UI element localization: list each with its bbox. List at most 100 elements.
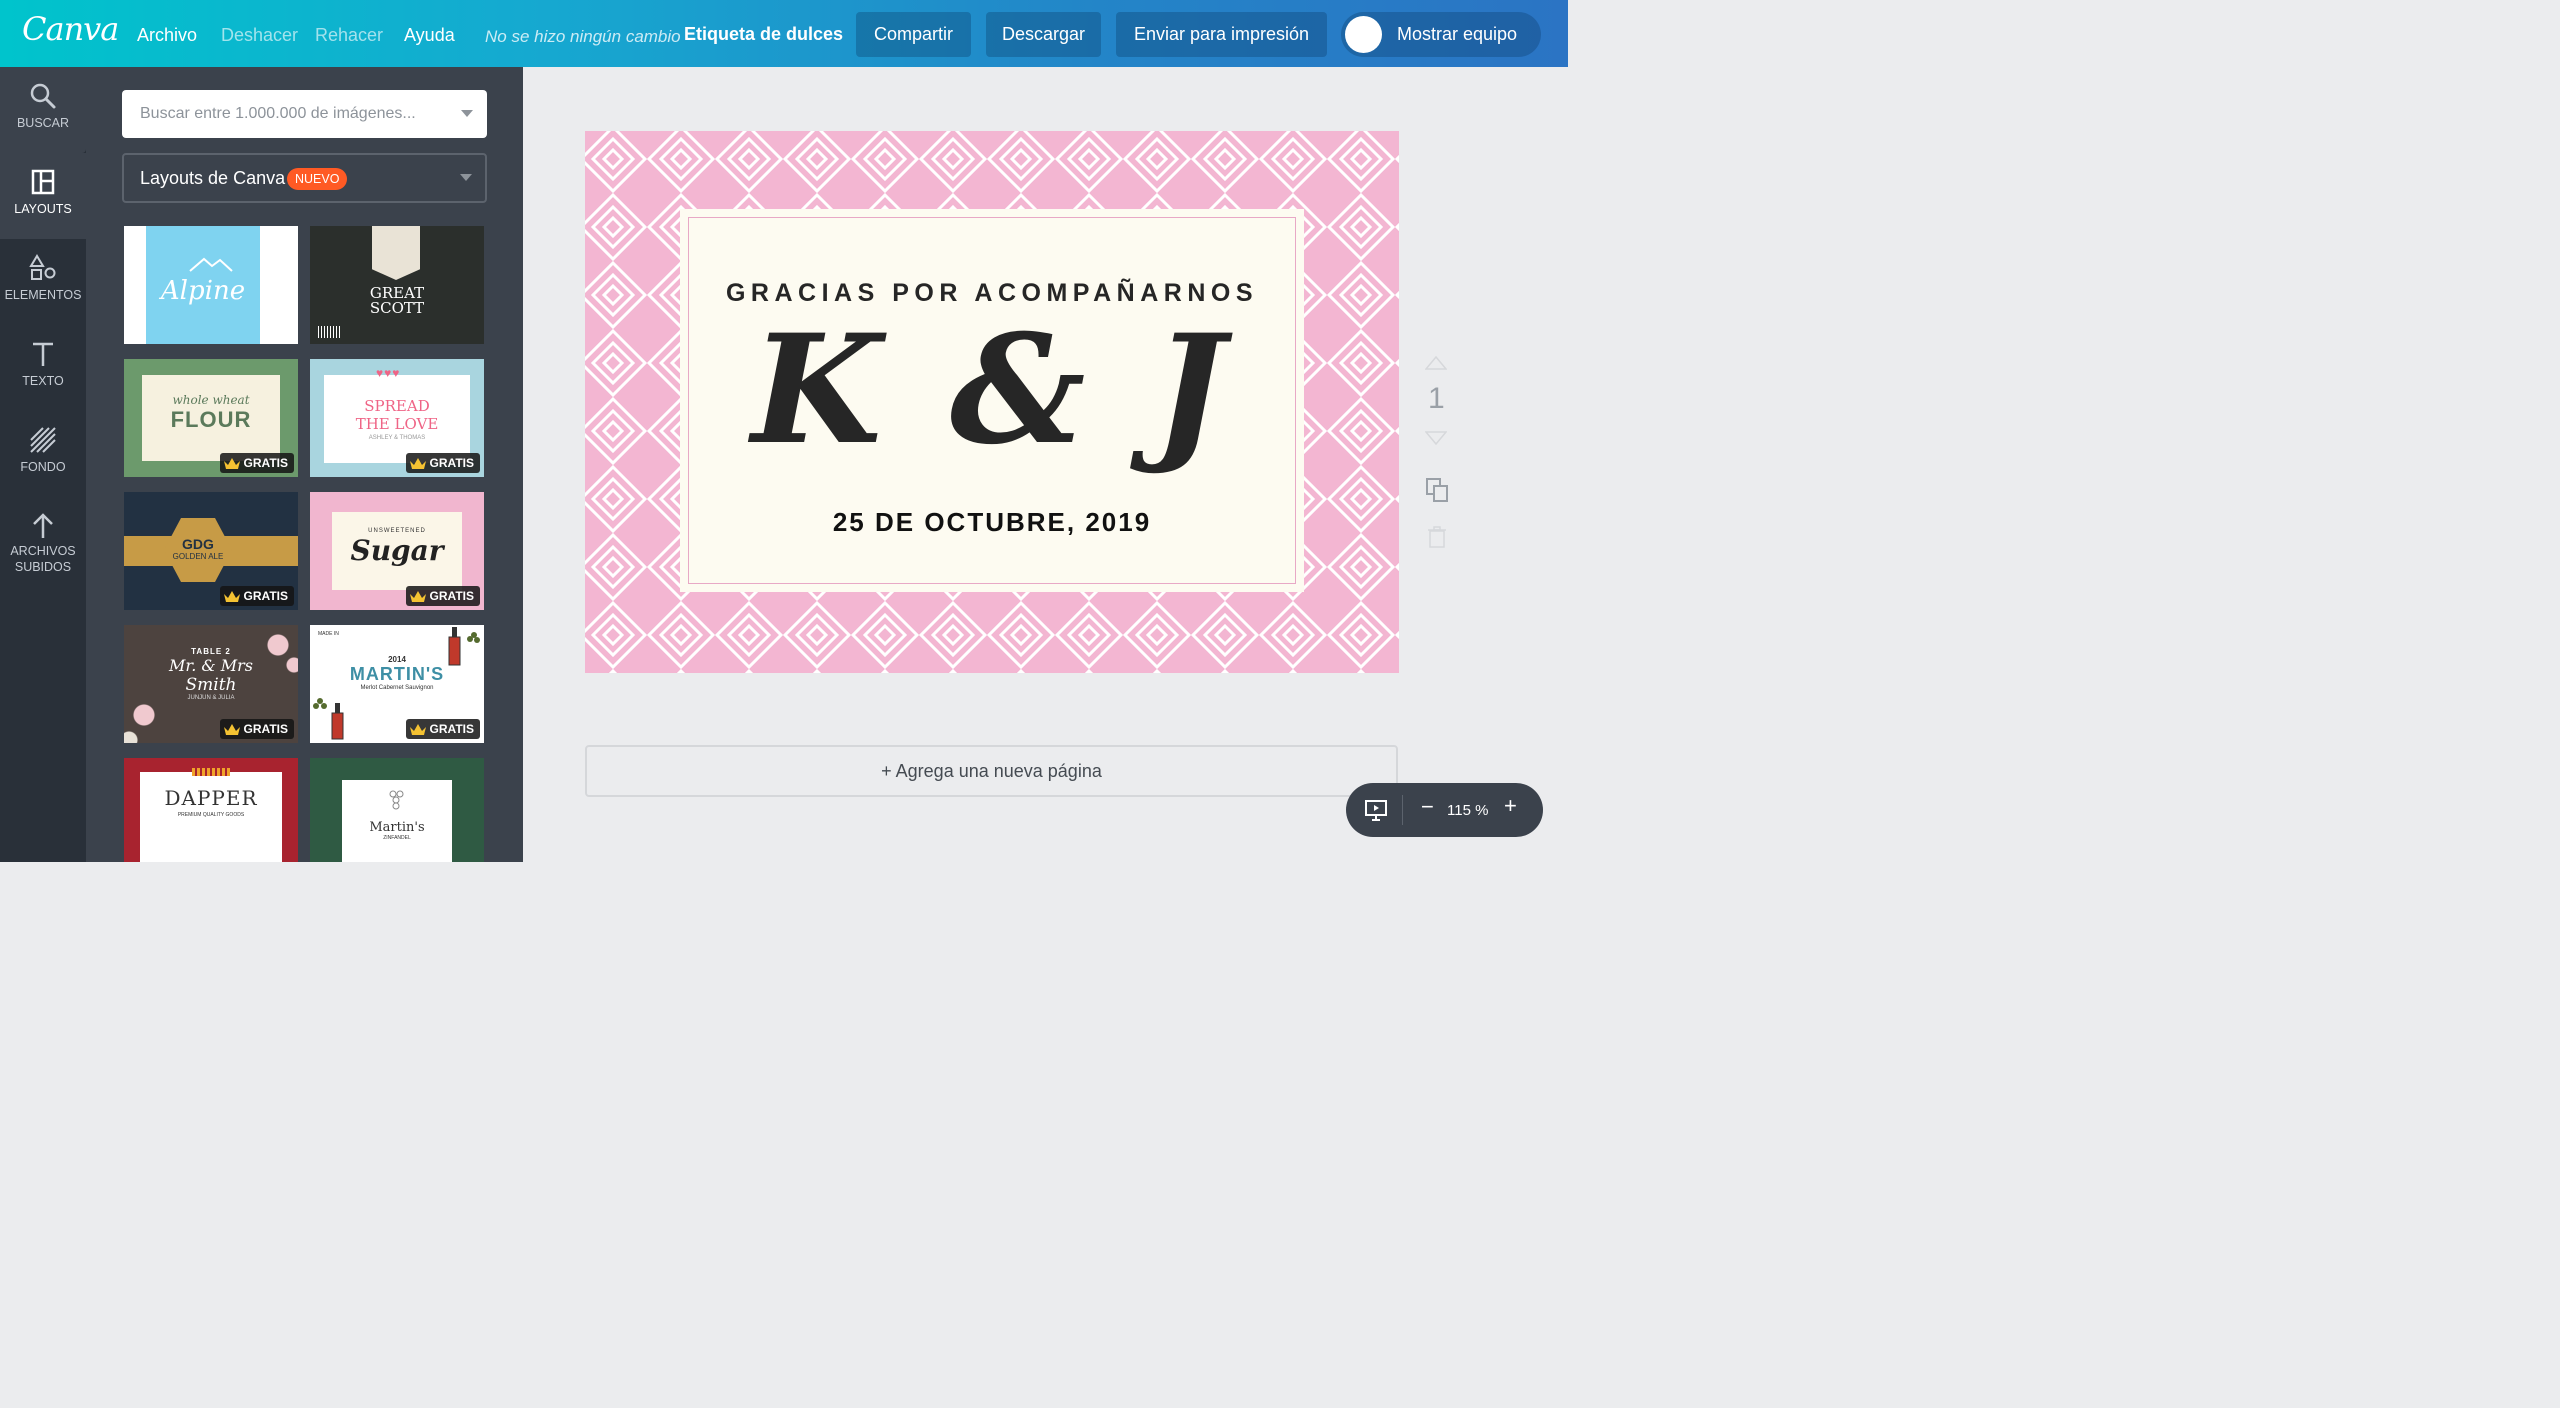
zoom-level[interactable]: 115 % — [1447, 802, 1488, 819]
menu-deshacer[interactable]: Deshacer — [221, 25, 298, 46]
chevron-down-icon[interactable] — [461, 110, 473, 117]
crown-icon — [409, 590, 426, 602]
template-great-scott-title: GREAT SCOTT — [369, 284, 425, 317]
template-dapper-stripes — [192, 768, 230, 776]
template-dapper[interactable]: DAPPER PREMIUM QUALITY GOODS — [124, 758, 298, 862]
template-smith-line1: TABLE 2 — [191, 647, 231, 656]
document-title[interactable]: Etiqueta de dulces — [684, 24, 843, 45]
nav-background-label: FONDO — [20, 460, 66, 474]
free-badge: GRATIS — [405, 719, 480, 739]
template-great-scott-label — [372, 226, 420, 280]
layouts-panel: Layouts de Canva NUEVO Alpine GREAT SCOT… — [86, 67, 523, 862]
chevron-down-icon — [460, 174, 472, 181]
image-search-input[interactable] — [122, 90, 452, 138]
nav-text[interactable]: TEXTO — [0, 325, 86, 411]
label-monogram[interactable]: K & J — [680, 305, 1304, 475]
template-flour[interactable]: whole wheat FLOUR GRATIS — [124, 359, 298, 477]
nav-background[interactable]: FONDO — [0, 411, 86, 497]
nav-layouts[interactable]: LAYOUTS — [0, 153, 86, 239]
template-alpine-title: Alpine — [160, 276, 246, 306]
nav-elements[interactable]: ELEMENTOS — [0, 239, 86, 325]
template-alpine[interactable]: Alpine — [124, 226, 298, 344]
download-button[interactable]: Descargar — [986, 12, 1101, 57]
free-badge: GRATIS — [219, 453, 294, 473]
menu-ayuda[interactable]: Ayuda — [404, 25, 455, 46]
template-martins-line3: MARTIN'S — [349, 664, 445, 684]
flowers-icon — [124, 695, 174, 743]
crown-icon — [409, 457, 426, 469]
share-button[interactable]: Compartir — [856, 12, 971, 57]
template-gdg[interactable]: GDG GOLDEN ALE GRATIS — [124, 492, 298, 610]
move-page-down-icon[interactable] — [1425, 431, 1447, 445]
free-badge-label: GRATIS — [429, 722, 474, 736]
page-number: 1 — [1428, 382, 1445, 415]
template-martins2-line2: ZINFANDEL — [383, 835, 411, 841]
template-spread-the-love[interactable]: ♥♥♥ SPREAD THE LOVE ASHLEY & THOMAS GRAT… — [310, 359, 484, 477]
template-gdg-line2: GOLDEN ALE — [172, 552, 224, 561]
layouts-icon — [31, 169, 55, 195]
template-martins[interactable]: MADE IN 2014 MARTIN'S Merlot Cabernet Sa… — [310, 625, 484, 743]
grapes-icon — [389, 790, 404, 810]
delete-page-icon[interactable] — [1427, 526, 1447, 548]
nav-text-label: TEXTO — [22, 374, 64, 388]
template-smith-line2: Mr. & Mrs — [168, 656, 253, 675]
free-badge-label: GRATIS — [429, 456, 474, 470]
template-martins-line4: Merlot Cabernet Sauvignon — [360, 685, 434, 691]
template-sugar-line2: Sugar — [350, 534, 444, 567]
free-badge: GRATIS — [405, 453, 480, 473]
elements-icon — [29, 254, 56, 280]
free-badge: GRATIS — [219, 719, 294, 739]
layout-select-label: Layouts de Canva — [140, 168, 286, 188]
template-martins-zinfandel[interactable]: Martin's ZINFANDEL — [310, 758, 484, 862]
image-search-box — [122, 90, 487, 138]
upload-icon — [33, 513, 53, 538]
label-date[interactable]: 25 DE OCTUBRE, 2019 — [680, 507, 1304, 538]
left-nav-rail: BUSCAR LAYOUTS ELEMENTOS TEXTO FONDO ARC… — [0, 67, 86, 862]
nav-uploads[interactable]: ARCHIVOS SUBIDOS — [0, 497, 86, 597]
search-icon — [30, 83, 56, 109]
show-team-label: Mostrar equipo — [1397, 24, 1518, 44]
menu-archivo[interactable]: Archivo — [137, 25, 197, 46]
background-icon — [30, 427, 56, 453]
design-page[interactable]: GRACIAS POR ACOMPAÑARNOS K & J 25 DE OCT… — [585, 131, 1399, 673]
canva-logo[interactable]: Canva — [22, 10, 119, 48]
template-sugar[interactable]: UNSWEETENED Sugar GRATIS — [310, 492, 484, 610]
nav-elements-label: ELEMENTOS — [4, 288, 82, 302]
zoom-out-button[interactable]: − — [1421, 794, 1434, 820]
barcode-icon — [318, 326, 340, 338]
present-icon[interactable] — [1364, 798, 1388, 822]
crown-icon — [409, 723, 426, 735]
print-button[interactable]: Enviar para impresión — [1116, 12, 1327, 57]
move-page-up-icon[interactable] — [1425, 356, 1447, 370]
template-martins-line1: MADE IN — [318, 631, 339, 637]
zoom-divider — [1402, 795, 1403, 825]
new-badge: NUEVO — [287, 168, 348, 190]
template-dapper-line1: DAPPER — [164, 786, 258, 810]
free-badge: GRATIS — [405, 586, 480, 606]
template-smith[interactable]: TABLE 2 Mr. & Mrs Smith JUNJUN & JULIA G… — [124, 625, 298, 743]
mountain-icon — [189, 257, 233, 272]
text-icon — [33, 342, 53, 366]
nav-search[interactable]: BUSCAR — [0, 67, 86, 153]
nav-search-label: BUSCAR — [16, 116, 70, 130]
hearts-icon: ♥♥♥ — [376, 366, 401, 380]
template-spread-line2: THE LOVE — [355, 415, 439, 433]
avatar — [1345, 16, 1382, 53]
zoom-controls: − + — [1346, 783, 1543, 837]
template-dapper-line2: PREMIUM QUALITY GOODS — [177, 812, 245, 818]
template-great-scott[interactable]: GREAT SCOTT — [310, 226, 484, 344]
layout-source-select[interactable]: Layouts de Canva NUEVO — [122, 153, 487, 203]
show-team-button[interactable]: Mostrar equipo — [1341, 12, 1541, 57]
crown-icon — [223, 723, 240, 735]
add-page-button[interactable]: + Agrega una nueva página — [585, 745, 1398, 797]
zoom-in-button[interactable]: + — [1504, 793, 1517, 819]
wine-bottle-icon — [313, 698, 344, 740]
template-spread-line1: SPREAD — [364, 397, 430, 415]
template-martins2-line1: Martin's — [369, 820, 425, 835]
save-status: No se hizo ningún cambio — [485, 27, 681, 46]
duplicate-page-icon[interactable] — [1425, 477, 1449, 503]
label-card[interactable]: GRACIAS POR ACOMPAÑARNOS K & J 25 DE OCT… — [680, 209, 1304, 592]
crown-icon — [223, 457, 240, 469]
free-badge-label: GRATIS — [243, 456, 288, 470]
menu-rehacer[interactable]: Rehacer — [315, 25, 383, 46]
